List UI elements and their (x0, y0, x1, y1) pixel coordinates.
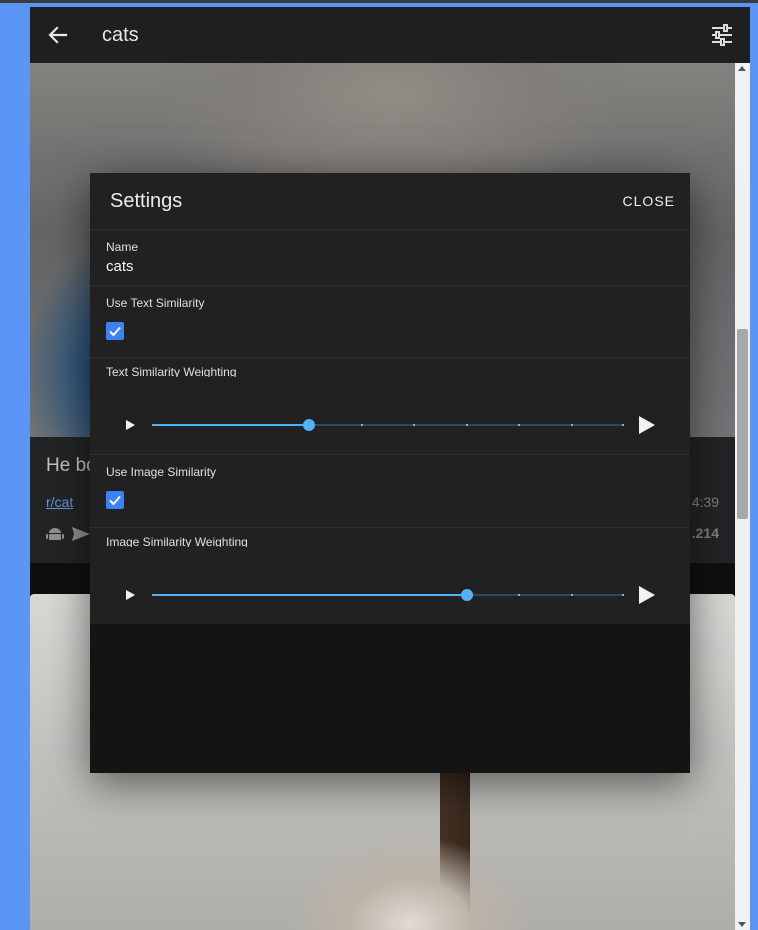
slider-fill (152, 594, 467, 596)
slider-tick (518, 594, 521, 596)
name-field[interactable]: cats (106, 258, 134, 275)
scrollbar-thumb[interactable] (737, 329, 748, 519)
slider-tick (622, 594, 624, 596)
slider-tick (518, 424, 521, 426)
check-icon (109, 326, 121, 337)
settings-dialog: Settings CLOSE Name cats Use Text Simila… (90, 173, 690, 773)
slider-thumb[interactable] (460, 589, 473, 601)
image-weight-label: Image Similarity Weighting (106, 535, 248, 547)
play-small-icon[interactable] (120, 415, 140, 435)
slider-tick (465, 424, 468, 426)
scroll-down-icon[interactable] (738, 922, 746, 927)
filter-settings-button[interactable] (710, 23, 734, 47)
slider-tick (622, 424, 624, 426)
text-similarity-checkbox[interactable] (106, 322, 124, 340)
play-large-icon[interactable] (636, 415, 656, 435)
arrow-back-icon (48, 26, 68, 44)
dialog-header: Settings CLOSE (90, 173, 690, 229)
app-bar: cats (30, 7, 750, 63)
image-weight-slider[interactable] (152, 585, 624, 605)
check-icon (109, 495, 121, 506)
settings-form: Name cats Use Text Similarity Text Simil… (90, 229, 690, 624)
window-top-border (0, 0, 758, 7)
slider-tick (360, 424, 363, 426)
slider-thumb[interactable] (303, 419, 316, 431)
name-row: Name cats (90, 229, 690, 285)
dialog-title: Settings (110, 190, 183, 212)
scrollbar[interactable] (735, 63, 750, 930)
slider-tick (570, 424, 573, 426)
tune-icon (712, 24, 732, 46)
slider-tick (413, 424, 416, 426)
image-similarity-label: Use Image Similarity (106, 465, 217, 479)
image-similarity-row: Use Image Similarity (90, 454, 690, 527)
text-similarity-row: Use Text Similarity (90, 285, 690, 357)
text-similarity-label: Use Text Similarity (106, 296, 205, 310)
slider-fill (152, 424, 310, 426)
app-title: cats (102, 24, 139, 46)
scroll-up-icon[interactable] (738, 66, 746, 71)
close-button[interactable]: CLOSE (623, 193, 675, 209)
play-small-icon[interactable] (120, 585, 140, 605)
text-weight-row: Text Similarity Weighting (90, 357, 690, 454)
name-label: Name (106, 240, 139, 254)
slider-tick (570, 594, 573, 596)
play-large-icon[interactable] (636, 585, 656, 605)
back-button[interactable] (44, 23, 72, 47)
text-weight-slider[interactable] (152, 415, 624, 435)
image-weight-row: Image Similarity Weighting (90, 527, 690, 624)
image-similarity-checkbox[interactable] (106, 491, 124, 509)
text-weight-label: Text Similarity Weighting (106, 365, 237, 377)
